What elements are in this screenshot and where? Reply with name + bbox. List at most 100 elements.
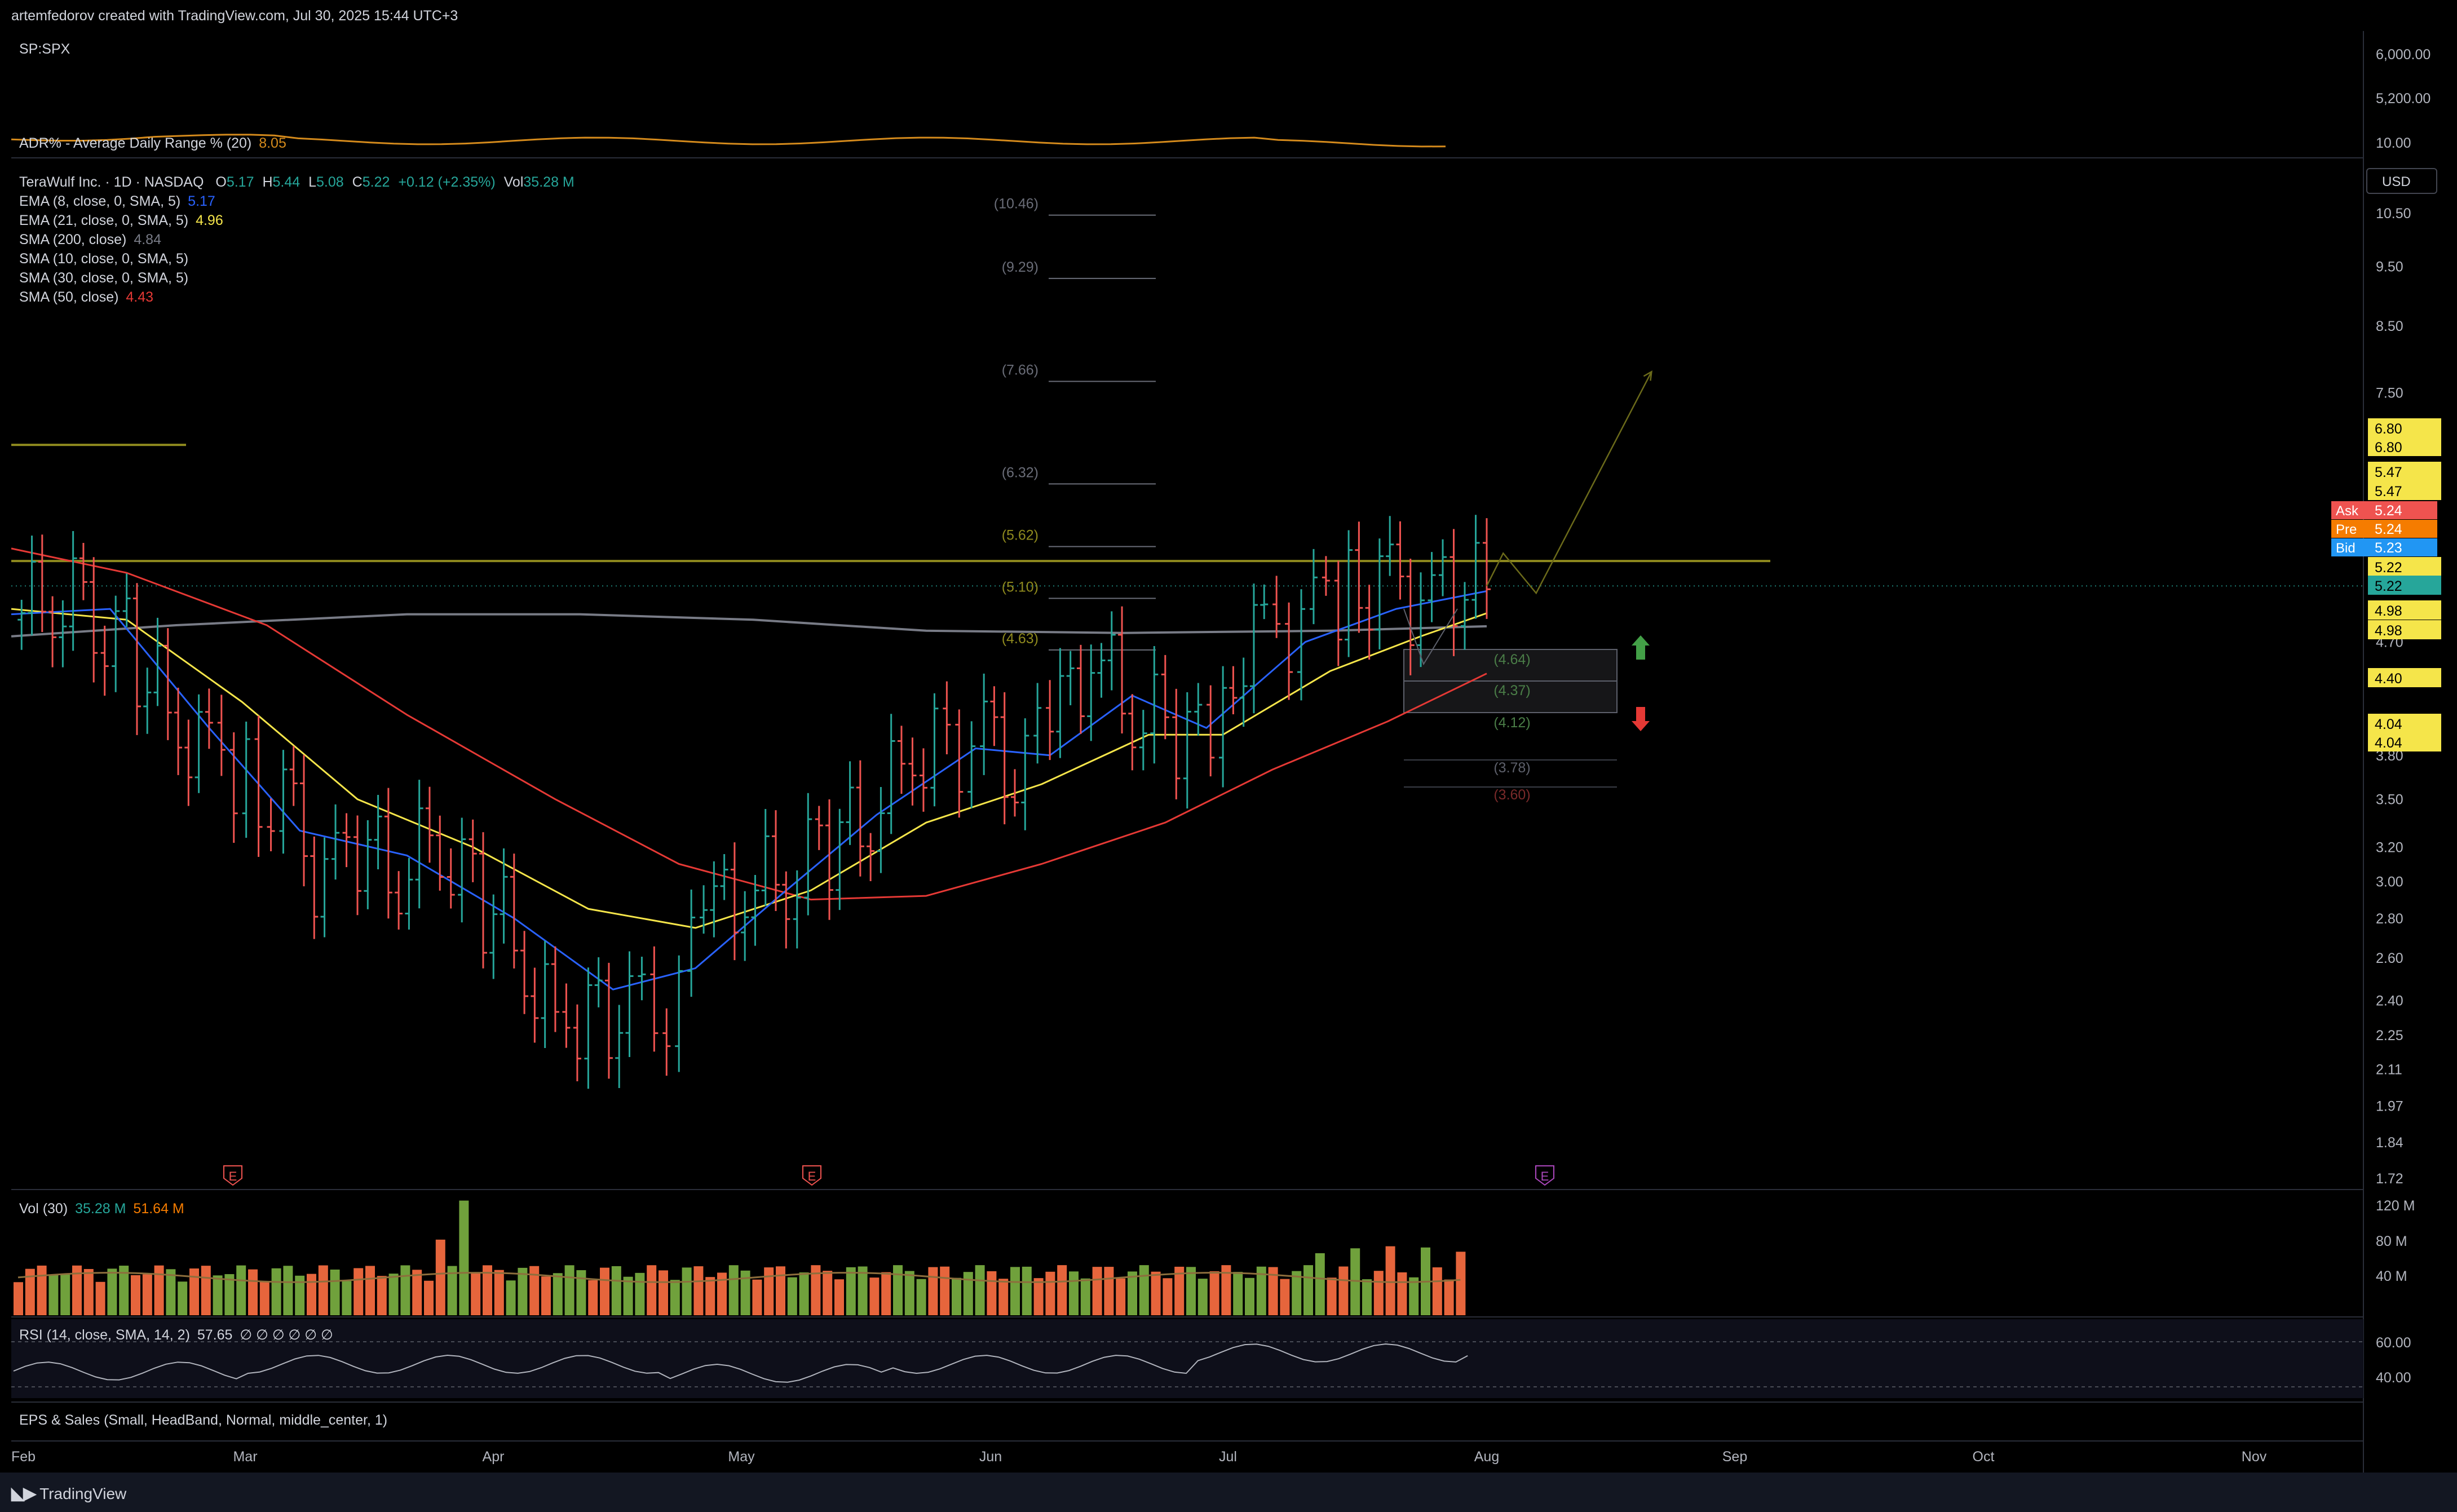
volume-bar (377, 1276, 387, 1315)
indicator-value: 4.96 (196, 213, 223, 228)
volume-bar (564, 1265, 575, 1315)
volume-bar (48, 1275, 59, 1315)
currency-selector[interactable]: USD (2366, 168, 2437, 194)
volume-bar (623, 1276, 633, 1315)
price-badge-label: 4.04 (2375, 735, 2402, 751)
price-tick: 1.97 (2376, 1099, 2403, 1115)
adr-label: ADR% - Average Daily Range % (20) (19, 135, 252, 151)
volume-bar (541, 1276, 551, 1315)
indicator-sma50[interactable]: SMA (50, close) 4.43 (19, 288, 575, 307)
time-axis-label: Mar (233, 1449, 257, 1465)
volume-bar (1338, 1266, 1349, 1315)
indicator-ema21[interactable]: EMA (21, close, 0, SMA, 5) 4.96 (19, 211, 575, 230)
price-tick: 1.72 (2376, 1171, 2403, 1187)
top-axis-label: 6,000.00 (2376, 47, 2431, 63)
volume-bar (1139, 1265, 1149, 1315)
volume-bar (107, 1268, 117, 1315)
zone-label: (3.60) (1493, 787, 1530, 803)
tradingview-logo[interactable]: ◣▶ TradingView (11, 1484, 126, 1504)
volume-legend: Vol (30) 35.28 M 51.64 M (19, 1201, 184, 1217)
volume-bar (1444, 1279, 1454, 1315)
indicator-sma200[interactable]: SMA (200, close) 4.84 (19, 230, 575, 249)
close-label: C (352, 174, 363, 190)
volume-bar (424, 1280, 434, 1315)
low-value: 5.08 (316, 174, 344, 190)
indicator-label: SMA (200, close) (19, 232, 127, 247)
volume-bar (400, 1265, 410, 1315)
time-axis-label: Sep (1722, 1449, 1747, 1465)
price-badge-label: 5.47 (2375, 484, 2402, 499)
volume-bar (142, 1274, 152, 1315)
quote-label: Ask (2336, 503, 2359, 519)
rsi-background (11, 1319, 2363, 1398)
symbol-label: SP:SPX (19, 41, 70, 57)
volume-bar (1080, 1278, 1090, 1315)
price-badge-label: 5.22 (2375, 578, 2402, 594)
volume-bar (178, 1281, 188, 1315)
indicator-sma30[interactable]: SMA (30, close, 0, SMA, 5) (19, 268, 575, 288)
volume-bar (1104, 1267, 1114, 1315)
high-label: H (262, 174, 273, 190)
volume-axis-label: 40 M (2376, 1268, 2407, 1284)
volume-bar (388, 1274, 399, 1315)
volume-bar (236, 1265, 246, 1315)
price-tick: 8.50 (2376, 319, 2403, 334)
top-axis-label: 10.00 (2376, 135, 2411, 151)
time-axis-label: Jul (1219, 1449, 1237, 1465)
indicator-label: EMA (21, close, 0, SMA, 5) (19, 213, 189, 228)
fib-label: (5.10) (1002, 579, 1039, 595)
volume-bar (635, 1272, 645, 1315)
eps-legend: EPS & Sales (Small, HeadBand, Normal, mi… (19, 1412, 387, 1429)
time-axis-label: Jun (979, 1449, 1002, 1465)
volume-bar (307, 1274, 316, 1315)
volume-bar (764, 1267, 774, 1315)
main-legend: TeraWulf Inc. · 1D · NASDAQ O5.17 H5.44 … (19, 173, 575, 307)
price-tick: 2.40 (2376, 993, 2403, 1009)
open-label: O (215, 174, 227, 190)
volume-bar (131, 1275, 140, 1315)
volume-bar (588, 1280, 598, 1315)
volume-bar (342, 1281, 352, 1315)
volume-bar (1033, 1278, 1044, 1315)
volume-bar (471, 1273, 481, 1315)
volume-bar (459, 1200, 469, 1315)
rsi-label: RSI (14, close, SMA, 14, 2) (19, 1327, 190, 1343)
indicator-ema8[interactable]: EMA (8, close, 0, SMA, 5) 5.17 (19, 192, 575, 211)
volume-bar (1292, 1271, 1302, 1315)
volume-bar (435, 1239, 445, 1315)
volume-bar (600, 1267, 609, 1315)
volume-bar (611, 1266, 621, 1315)
volume-bar (881, 1272, 891, 1315)
time-axis-label: Apr (483, 1449, 505, 1465)
volume-bar (1151, 1271, 1161, 1315)
fib-label: (6.32) (1002, 465, 1039, 480)
volume-bar (846, 1267, 856, 1315)
fib-label: (9.29) (1002, 259, 1039, 275)
volume-bar (659, 1270, 668, 1315)
indicator-sma10[interactable]: SMA (10, close, 0, SMA, 5) (19, 249, 575, 268)
price-badge-label: 4.98 (2375, 623, 2402, 639)
volume-bar (1092, 1267, 1102, 1315)
volume-bar (1385, 1246, 1395, 1315)
indicator-label: EMA (8, close, 0, SMA, 5) (19, 193, 181, 209)
time-axis-label: Oct (1973, 1449, 1995, 1465)
adr-legend: ADR% - Average Daily Range % (20) 8.05 (19, 135, 286, 152)
volume-bar (963, 1272, 973, 1315)
volume-bar (83, 1268, 94, 1315)
top-bar: artemfedorov created with TradingView.co… (0, 0, 2457, 31)
volume-bar (834, 1279, 844, 1315)
volume-bar (201, 1266, 211, 1315)
volume-bar (14, 1282, 23, 1315)
high-value: 5.44 (272, 174, 301, 190)
volume-bar (529, 1266, 540, 1315)
volume-bar (506, 1280, 516, 1315)
footer: ◣▶ TradingView (0, 1473, 2457, 1512)
footer-logo-text: TradingView (39, 1484, 127, 1502)
tradingview-logo-icon: ◣▶ (11, 1484, 36, 1503)
attribution-text: artemfedorov created with TradingView.co… (11, 8, 458, 24)
volume-bar (1069, 1271, 1079, 1315)
volume-bar (248, 1269, 258, 1315)
volume-bar (998, 1279, 1009, 1315)
time-axis-label: May (728, 1449, 755, 1465)
volume-bar (776, 1266, 785, 1315)
